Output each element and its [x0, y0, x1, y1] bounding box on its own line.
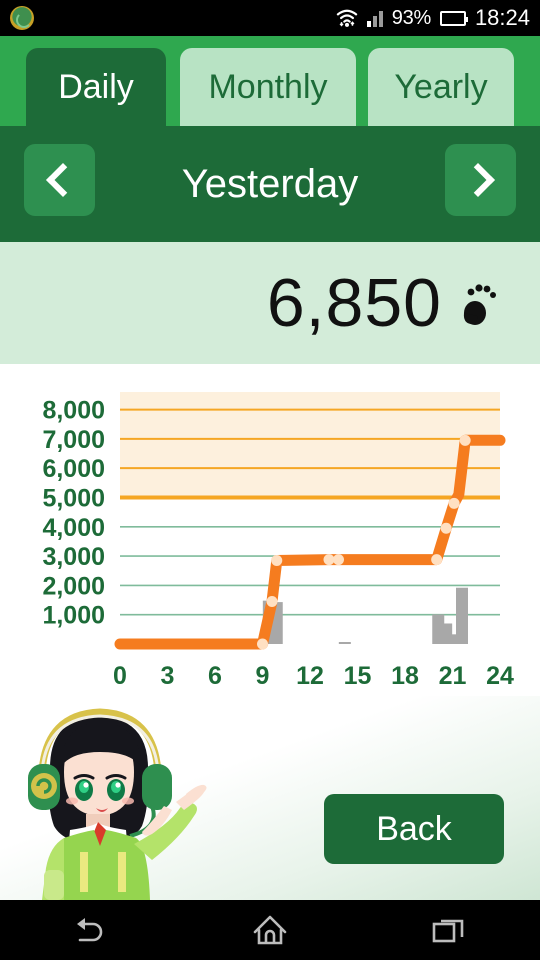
status-bar: 93% 18:24: [0, 0, 540, 36]
data-point-marker: [323, 554, 335, 566]
steps-chart: 1,0002,0003,0004,0005,0006,0007,0008,000…: [42, 392, 514, 690]
next-day-button[interactable]: [445, 144, 516, 216]
app-screen: 93% 18:24 Daily Monthly Yearly Yesterday…: [0, 0, 540, 960]
footprint-icon: [463, 284, 496, 325]
data-point-marker: [266, 596, 278, 608]
tab-bar: Daily Monthly Yearly: [0, 36, 540, 126]
tab-yearly[interactable]: Yearly: [368, 48, 514, 126]
date-navigation-bar: Yesterday: [0, 126, 540, 242]
data-point-marker: [448, 497, 460, 509]
y-axis-tick-label: 1,000: [42, 602, 105, 630]
android-navigation-bar: [0, 900, 540, 960]
x-axis-tick-label: 0: [113, 662, 127, 690]
android-back-button[interactable]: [0, 915, 180, 945]
goal-band: [120, 392, 500, 498]
x-axis-tick-label: 12: [296, 662, 324, 690]
android-recents-button[interactable]: [360, 915, 540, 945]
android-home-button[interactable]: [180, 914, 360, 946]
steps-chart-panel: 1,000 2,000 3,000 4,000 5,000 6,000 7,000 8,000…: [0, 364, 540, 696]
chevron-left-icon: [45, 163, 80, 197]
y-axis-tick-label: 8,000: [42, 397, 105, 425]
chevron-right-icon: [460, 163, 495, 197]
wifi-icon: [336, 9, 357, 27]
tab-monthly[interactable]: Monthly: [180, 48, 356, 126]
data-point-marker: [440, 522, 452, 534]
data-point-marker: [257, 638, 268, 650]
y-axis-tick-label: 3,000: [42, 543, 105, 571]
x-axis-tick-label: 18: [391, 662, 419, 690]
refresh-circle-app-icon: [10, 6, 34, 30]
battery-icon: [439, 10, 468, 26]
status-bar-indicators: 93% 18:24: [336, 5, 530, 31]
y-axis-tick-label: 6,000: [42, 455, 105, 483]
battery-percent-label: 93%: [391, 6, 431, 29]
x-axis-tick-label: 15: [344, 662, 372, 690]
recent-apps-icon: [432, 919, 464, 943]
previous-day-button[interactable]: [24, 144, 95, 216]
x-axis-tick-label: 3: [161, 662, 175, 690]
x-axis-tick-label: 24: [486, 662, 514, 690]
clock-label: 18:24: [474, 5, 530, 30]
data-point-marker: [271, 554, 283, 566]
step-count-value: 6,850: [266, 265, 442, 341]
anime-girl-mascot: [28, 708, 207, 900]
x-axis-tick-label: 6: [208, 662, 222, 690]
hourly-step-bar: [456, 587, 468, 644]
footer-panel: Back: [0, 696, 540, 900]
cell-signal-icon: [366, 9, 383, 27]
data-point-marker: [459, 434, 471, 446]
y-axis-tick-label: 5,000: [42, 484, 105, 512]
x-axis-tick-label: 21: [439, 662, 467, 690]
data-point-marker: [431, 554, 443, 566]
x-axis-tick-label: 9: [256, 662, 270, 690]
step-count-panel: 6,850: [0, 242, 540, 364]
tab-daily[interactable]: Daily: [26, 48, 166, 126]
back-button[interactable]: Back: [324, 794, 504, 864]
data-point-marker: [333, 554, 344, 566]
y-axis-tick-label: 4,000: [42, 514, 105, 542]
y-axis-tick-label: 2,000: [42, 572, 105, 600]
y-axis-tick-label: 7,000: [42, 426, 105, 454]
home-icon: [253, 915, 287, 945]
back-arrow-icon: [77, 918, 103, 942]
hourly-step-bar: [338, 642, 351, 644]
